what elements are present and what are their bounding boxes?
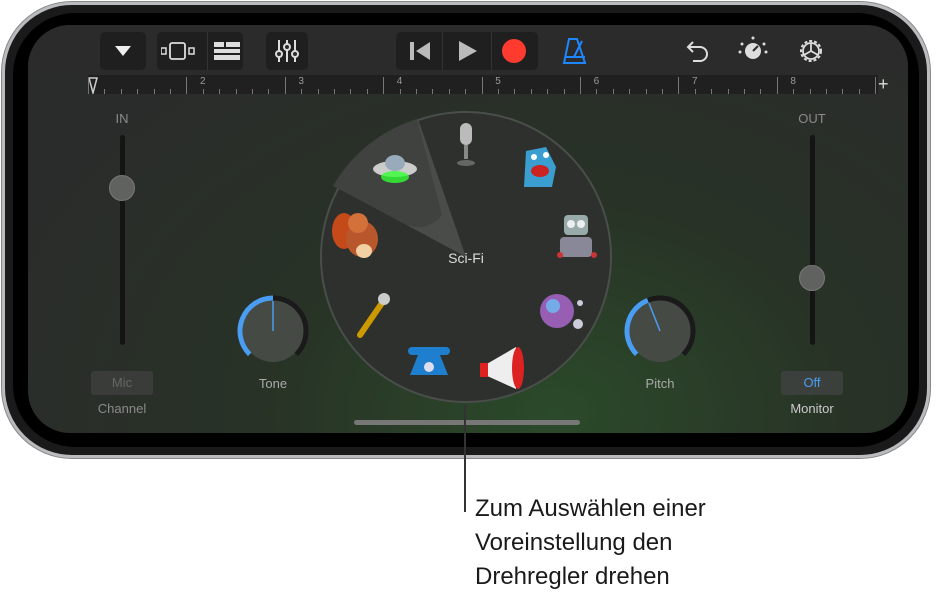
- ruler-tick: [580, 77, 581, 94]
- ruler-tick: [563, 89, 565, 94]
- ruler-tick: [88, 77, 89, 94]
- tone-label: Tone: [258, 376, 288, 391]
- ruler-tick: [711, 89, 713, 94]
- input-slider-track[interactable]: [120, 135, 125, 345]
- ruler-bar-number: 7: [692, 76, 698, 87]
- ruler-tick: [645, 89, 647, 94]
- app-screen: 2 3 4 5 6 7 8 + IN Mic Channel OUT Off Monitor…: [28, 25, 908, 433]
- ruler-tick: [252, 89, 253, 94]
- master-effects-icon[interactable]: [738, 36, 768, 66]
- ruler-tick: [153, 89, 155, 94]
- ruler-bar-number: 8: [790, 76, 796, 87]
- ruler-tick: [498, 89, 499, 94]
- callout-line-3: Drehregler drehen: [475, 563, 670, 590]
- ruler-bar-number: 3: [298, 76, 304, 87]
- ruler-tick: [826, 89, 827, 94]
- input-slider-thumb[interactable]: [109, 174, 135, 201]
- settings-gear-icon[interactable]: [796, 36, 826, 66]
- ruler-tick: [662, 89, 663, 94]
- ruler-tick: [842, 89, 844, 94]
- ruler-tick: [465, 89, 467, 94]
- channel-button[interactable]: Mic: [91, 371, 153, 395]
- tone-knob[interactable]: [235, 293, 311, 369]
- view-buttons: [157, 32, 243, 70]
- ruler-tick: [678, 77, 680, 94]
- ruler-bar-number: 4: [396, 76, 403, 87]
- browser-dropdown-button[interactable]: [100, 32, 146, 70]
- ruler-tick: [809, 89, 811, 94]
- ruler-tick: [235, 89, 237, 94]
- ruler-tick: [547, 89, 549, 94]
- selected-preset-name: Sci-Fi: [448, 250, 484, 266]
- ruler-tick: [137, 89, 139, 94]
- monitor-button[interactable]: Off: [781, 371, 843, 395]
- input-label: IN: [115, 111, 129, 126]
- pitch-knob[interactable]: [622, 293, 698, 369]
- play-icon[interactable]: [443, 32, 491, 70]
- ruler-tick: [104, 89, 106, 94]
- ruler-tick: [793, 89, 795, 94]
- home-indicator: [354, 420, 580, 425]
- track-list-icon[interactable]: [213, 42, 240, 60]
- record-icon[interactable]: [492, 32, 536, 70]
- callout-line: [464, 405, 466, 512]
- timeline-ruler[interactable]: 2 3 4 5 6 7 8: [88, 75, 878, 94]
- ruler-tick: [268, 89, 270, 94]
- ruler-tick: [383, 77, 385, 94]
- ruler-tick: [284, 77, 286, 94]
- metronome-icon[interactable]: [562, 37, 588, 65]
- channel-label: Channel: [97, 401, 147, 416]
- ruler-tick: [612, 89, 614, 94]
- callout-line-1: Zum Auswählen einer: [475, 495, 706, 522]
- ruler-tick: [350, 89, 352, 94]
- ruler-tick: [776, 77, 778, 94]
- ruler-tick: [744, 89, 745, 94]
- ruler-tick: [530, 89, 532, 94]
- ruler-bar-number: 2: [200, 76, 206, 87]
- ruler-tick: [596, 89, 598, 94]
- controls-button[interactable]: [266, 32, 308, 70]
- ruler-tick: [448, 89, 450, 94]
- transport: [396, 32, 538, 70]
- ruler-tick: [202, 89, 204, 94]
- ruler-tick: [416, 89, 417, 94]
- output-slider-thumb[interactable]: [799, 264, 825, 291]
- add-section-button[interactable]: +: [878, 74, 889, 95]
- ruler-tick: [760, 89, 762, 94]
- sliders-icon: [275, 40, 299, 62]
- ruler-tick: [875, 77, 877, 94]
- ruler-tick: [858, 89, 860, 94]
- triangle-down-icon: [115, 46, 131, 56]
- ruler-tick: [694, 89, 696, 94]
- output-slider-track[interactable]: [810, 135, 815, 345]
- ruler-tick: [727, 89, 729, 94]
- callout-text: Zum Auswählen einer Voreinstellung den D…: [475, 492, 706, 594]
- monitor-label: Monitor: [790, 401, 834, 416]
- output-label: OUT: [798, 111, 826, 126]
- ruler-tick: [629, 89, 631, 94]
- ruler-tick: [432, 89, 434, 94]
- rewind-icon[interactable]: [398, 32, 442, 70]
- ruler-tick: [366, 89, 368, 94]
- pitch-label: Pitch: [645, 376, 675, 391]
- ruler-tick: [399, 89, 401, 94]
- ruler-tick: [186, 77, 188, 94]
- ruler-bar-number: 6: [593, 76, 600, 87]
- ruler-tick: [317, 89, 319, 94]
- ruler-tick: [334, 89, 335, 94]
- ruler-tick: [514, 89, 516, 94]
- playhead-icon[interactable]: [88, 77, 98, 94]
- preset-dial[interactable]: Sci-Fi: [320, 111, 612, 403]
- tracks-view-icon[interactable]: [160, 41, 201, 61]
- ruler-tick: [219, 89, 221, 94]
- control-bar: [28, 25, 908, 75]
- ruler-tick: [301, 89, 303, 94]
- ruler-tick: [481, 77, 483, 94]
- ruler-tick: [170, 89, 171, 94]
- undo-icon[interactable]: [685, 38, 711, 64]
- callout-line-2: Voreinstellung den: [475, 529, 673, 556]
- ruler-bar-number: 5: [495, 76, 501, 87]
- ruler-tick: [120, 89, 122, 94]
